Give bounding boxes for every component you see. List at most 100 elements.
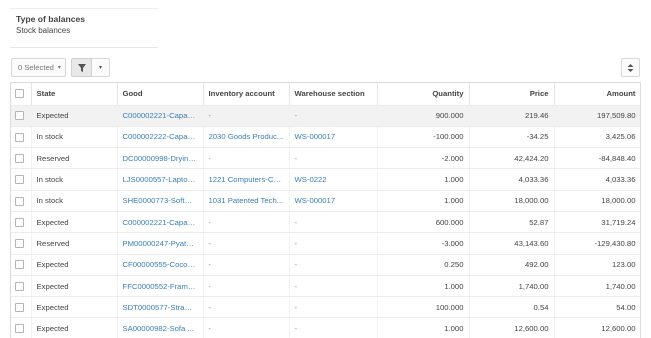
inventory-account-cell: - xyxy=(203,232,290,255)
amount-cell: 1,740.00 xyxy=(554,275,640,298)
table-row[interactable]: In stock C000002222-Capaci... 2030 Goods P… xyxy=(11,126,640,149)
quantity-cell: 1.000 xyxy=(377,275,470,298)
filter-button[interactable] xyxy=(71,58,92,77)
quantity-cell: -100.000 xyxy=(377,126,470,149)
price-cell: 219.46 xyxy=(469,105,555,127)
select-all-checkbox[interactable] xyxy=(15,89,24,99)
selected-count-dropdown[interactable]: 0 Selected ▾ xyxy=(11,58,66,77)
good-link[interactable]: SHE0000773-Softwa... xyxy=(117,190,204,212)
row-checkbox[interactable] xyxy=(15,281,24,291)
table-row[interactable]: Reserved PM00000247-Pyatyv... - - -3.000 43,1… xyxy=(11,232,640,255)
good-link[interactable]: PM00000247-Pyatyv... xyxy=(117,232,204,255)
price-cell: 12,600.00 xyxy=(469,317,555,338)
balances-type-panel: Type of balances Stock balances xyxy=(10,8,158,48)
inventory-account-cell: - xyxy=(203,211,290,234)
good-link[interactable]: CF00000555-Cocon... xyxy=(117,254,204,276)
row-checkbox[interactable] xyxy=(15,153,24,163)
row-checkbox-cell xyxy=(11,296,32,319)
table-row[interactable]: Reserved DC00000998-Drying ... - - -2.000 42,… xyxy=(11,147,640,170)
quantity-cell: -3.000 xyxy=(377,232,470,255)
column-header-amount[interactable]: Amount xyxy=(554,83,640,106)
quantity-cell: 600.000 xyxy=(377,211,470,234)
sort-button[interactable] xyxy=(621,58,640,77)
warehouse-section-cell[interactable]: WS-000017 xyxy=(289,190,378,212)
table-row[interactable]: In stock SHE0000773-Softwa... 1031 Patente… xyxy=(11,190,640,212)
inventory-account-cell: - xyxy=(203,105,290,127)
selected-count-label: 0 Selected xyxy=(18,63,54,72)
good-link[interactable]: C000002221-Capaci... xyxy=(117,105,204,127)
table-row[interactable]: Expected FFC0000552-Frame ... - -1.000 1,740… xyxy=(11,275,640,298)
price-cell: 42,424.20 xyxy=(469,147,555,170)
column-header-price[interactable]: Price xyxy=(469,83,555,106)
table-row[interactable]: Expected SDT0000577-Strawb... - -100.000 0.5… xyxy=(11,296,640,319)
table-row[interactable]: Expected C000002221-Capaci... - -900.000 219… xyxy=(11,105,640,127)
state-cell: Reserved xyxy=(31,147,118,170)
chevron-down-icon: ▾ xyxy=(57,65,61,71)
good-link[interactable]: LJS0000557-Laptop ... xyxy=(117,168,204,191)
row-checkbox[interactable] xyxy=(15,239,24,249)
table-row[interactable]: Expected CF00000555-Cocon... - -0.250 492.00… xyxy=(11,254,640,276)
filter-options-button[interactable]: ▾ xyxy=(92,58,110,77)
balances-table: State Good Inventory account Warehouse s… xyxy=(11,83,640,338)
warehouse-section-cell: - xyxy=(289,254,378,276)
good-link[interactable]: DC00000998-Drying ... xyxy=(117,147,204,170)
column-header-inventory-account[interactable]: Inventory account xyxy=(203,83,290,106)
column-header-quantity[interactable]: Quantity xyxy=(377,83,470,106)
row-checkbox-cell xyxy=(11,254,32,276)
warehouse-section-cell[interactable]: WS-0222 xyxy=(289,168,378,191)
amount-cell: 54.00 xyxy=(554,296,640,319)
row-checkbox[interactable] xyxy=(15,303,24,313)
state-cell: In stock xyxy=(31,168,118,191)
warehouse-section-cell[interactable]: WS-000017 xyxy=(289,126,378,149)
sort-icon xyxy=(627,63,634,72)
column-header-warehouse-section[interactable]: Warehouse section xyxy=(289,83,378,106)
row-checkbox-cell xyxy=(11,147,32,170)
price-cell: 0.54 xyxy=(469,296,555,319)
good-link[interactable]: SDT0000577-Strawb... xyxy=(117,296,204,319)
table-row[interactable]: Expected SA00000982-Sofa ... - -1.000 12,600… xyxy=(11,317,640,338)
state-cell: Expected xyxy=(31,254,118,276)
good-link[interactable]: FFC0000552-Frame ... xyxy=(117,275,204,298)
quantity-cell: -2.000 xyxy=(377,147,470,170)
inventory-account-cell: - xyxy=(203,317,290,338)
inventory-account-cell[interactable]: 1221 Computers-Cost xyxy=(203,168,290,191)
row-checkbox[interactable] xyxy=(15,260,24,270)
table-row[interactable]: Expected C000002221-Capaci... - -600.000 52.… xyxy=(11,211,640,234)
row-checkbox[interactable] xyxy=(15,132,24,142)
row-checkbox[interactable] xyxy=(15,196,24,206)
row-checkbox-cell xyxy=(11,232,32,255)
good-link[interactable]: C000002221-Capaci... xyxy=(117,211,204,234)
quantity-cell: 900.000 xyxy=(377,105,470,127)
inventory-account-cell[interactable]: 2030 Goods Produc... xyxy=(203,126,290,149)
row-checkbox-cell xyxy=(11,190,32,212)
row-checkbox-cell xyxy=(11,168,32,191)
select-all-cell xyxy=(11,83,32,106)
row-checkbox[interactable] xyxy=(15,175,24,185)
column-header-good[interactable]: Good xyxy=(117,83,204,106)
inventory-account-cell: - xyxy=(203,296,290,319)
column-header-state[interactable]: State xyxy=(31,83,118,106)
warehouse-section-cell: - xyxy=(289,317,378,338)
good-link[interactable]: C000002222-Capaci... xyxy=(117,126,204,149)
row-checkbox[interactable] xyxy=(15,324,24,334)
state-cell: Expected xyxy=(31,275,118,298)
chevron-down-icon: ▾ xyxy=(98,65,102,71)
price-cell: 43,143.60 xyxy=(469,232,555,255)
row-checkbox-cell xyxy=(11,126,32,149)
row-checkbox[interactable] xyxy=(15,217,24,227)
quantity-cell: 1.000 xyxy=(377,168,470,191)
warehouse-section-cell: - xyxy=(289,296,378,319)
inventory-account-cell: - xyxy=(203,147,290,170)
inventory-account-cell[interactable]: 1031 Patented Tech... xyxy=(203,190,290,212)
row-checkbox[interactable] xyxy=(15,111,24,121)
price-cell: 1,740.00 xyxy=(469,275,555,298)
state-cell: In stock xyxy=(31,190,118,212)
good-link[interactable]: SA00000982-Sofa ... xyxy=(117,317,204,338)
state-cell: Expected xyxy=(31,317,118,338)
table-row[interactable]: In stock LJS0000557-Laptop ... 1221 Comput… xyxy=(11,168,640,191)
stock-balances-grid: State Good Inventory account Warehouse s… xyxy=(10,82,641,338)
balances-type-value[interactable]: Stock balances xyxy=(16,26,70,35)
amount-cell: -84,848.40 xyxy=(554,147,640,170)
amount-cell: 31,719.24 xyxy=(554,211,640,234)
price-cell: 4,033.36 xyxy=(469,168,555,191)
